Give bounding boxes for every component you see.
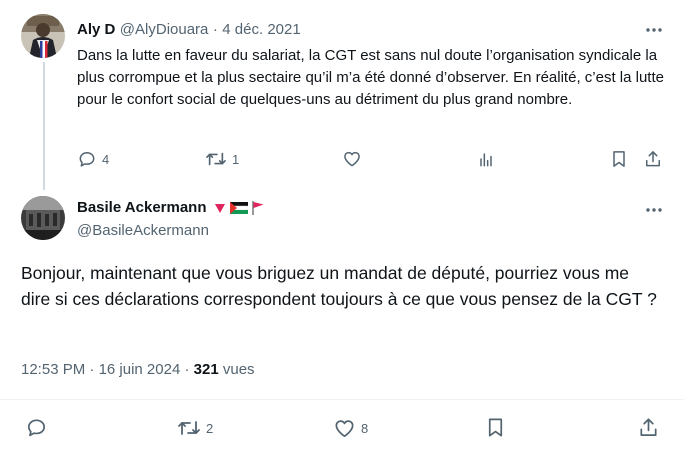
more-dots-icon [646,208,662,212]
meta-separator-2: · [184,361,190,378]
author-emoji-group [213,200,265,216]
tweet-time[interactable]: 12:53 PM [21,361,85,378]
red-flag-icon [251,200,264,215]
main-author-name[interactable]: Basile Ackermann [77,199,207,216]
main-like-count: 8 [361,420,369,436]
reply-icon [27,419,46,437]
meta-separator-1: · [89,361,95,378]
parent-bookmark-button[interactable] [609,149,629,169]
bookmark-icon [488,418,503,437]
parent-tweet-header: Aly D @AlyDiouara · 4 déc. 2021 [77,21,301,39]
heart-icon [335,419,354,437]
avatar-aly-d-image [21,14,65,58]
parent-analytics-button[interactable] [476,149,496,169]
retweet-icon [178,421,200,435]
avatar-basile-image [21,196,65,240]
main-reply-button[interactable] [25,416,48,439]
red-triangle-icon [214,203,225,213]
main-like-button[interactable]: 8 [333,417,368,439]
palestine-flag-icon [229,201,248,214]
main-more-options-button[interactable] [643,199,665,221]
parent-retweet-count: 1 [232,151,240,167]
reply-icon [79,152,95,167]
bookmark-icon [613,151,625,167]
share-icon [640,418,657,437]
main-retweet-count: 2 [206,420,214,436]
parent-share-button[interactable] [643,149,663,169]
parent-like-button[interactable] [342,149,367,169]
main-tweet-text: Bonjour, maintenant que vous briguez un … [21,263,657,309]
parent-tweet-date[interactable]: 4 déc. 2021 [222,21,300,38]
parent-tweet-text: Dans la lutte en faveur du salariat, la … [77,47,664,108]
share-icon [646,151,660,167]
header-separator: · [212,21,218,38]
more-options-button[interactable] [643,19,665,41]
action-bar-divider [0,399,684,400]
main-retweet-button[interactable]: 2 [177,417,213,439]
parent-reply-count: 4 [102,151,110,167]
parent-author-handle[interactable]: @AlyDiouara [120,21,209,38]
more-dots-icon [646,28,662,32]
heart-icon [344,151,360,167]
retweet-icon [206,152,226,166]
avatar-aly-d[interactable] [21,14,65,58]
main-author-handle[interactable]: @BasileAckermann [77,222,209,239]
parent-reply-button[interactable]: 4 [77,149,109,169]
thread-connector-line [43,62,45,190]
main-bookmark-button[interactable] [484,416,507,439]
main-tweet-header: Basile Ackermann [77,199,265,216]
tweet-date[interactable]: 16 juin 2024 [99,361,181,378]
avatar-basile-ackermann[interactable] [21,196,65,240]
views-count: 321 [193,361,219,378]
main-share-button[interactable] [637,416,660,439]
parent-author-name[interactable]: Aly D [77,21,115,38]
parent-retweet-button[interactable]: 1 [205,149,239,169]
main-tweet-meta: 12:53 PM · 16 juin 2024 · 321 vues [21,361,255,378]
views-label: vues [222,361,255,378]
analytics-icon [480,153,492,167]
